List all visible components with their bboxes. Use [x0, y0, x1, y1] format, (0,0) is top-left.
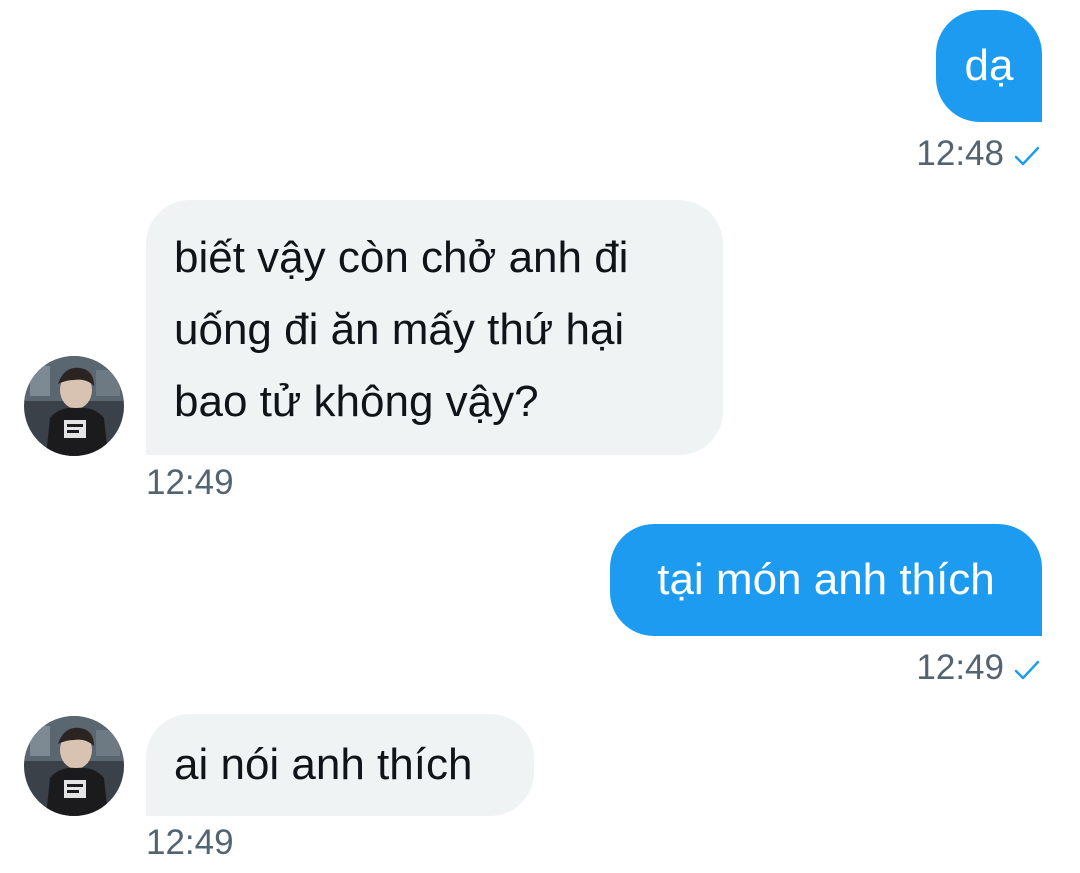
message-timestamp: 12:48 — [916, 134, 1004, 173]
message-timestamp: 12:49 — [916, 648, 1004, 687]
avatar-photo — [24, 716, 124, 816]
message-timestamp: 12:49 — [146, 463, 234, 502]
message-text: dạ — [964, 41, 1014, 90]
avatar-photo — [24, 356, 124, 456]
check-icon — [1014, 136, 1040, 176]
message-timestamp-row: 12:49 — [146, 463, 234, 503]
message-timestamp: 12:49 — [146, 823, 234, 862]
message-text-line: bao tử không vậy? — [174, 377, 539, 426]
message-timestamp-row: 12:49 — [916, 648, 1040, 690]
message-text-line: biết vậy còn chở anh đi — [174, 233, 629, 282]
message-text: ai nói anh thích — [174, 740, 473, 789]
message-thread: dạ 12:48 biết vậy còn chở anh đi uống đi… — [0, 0, 1080, 873]
sent-message-bubble[interactable]: tại món anh thích — [610, 524, 1042, 636]
check-icon — [1014, 650, 1040, 690]
received-message-bubble[interactable]: biết vậy còn chở anh đi uống đi ăn mấy t… — [146, 200, 723, 455]
message-text-line: uống đi ăn mấy thứ hại — [174, 305, 625, 354]
received-message-bubble[interactable]: ai nói anh thích — [146, 714, 534, 816]
avatar[interactable] — [24, 356, 124, 456]
message-text: tại món anh thích — [657, 555, 995, 604]
avatar[interactable] — [24, 716, 124, 816]
message-timestamp-row: 12:49 — [146, 823, 234, 863]
sent-message-bubble[interactable]: dạ — [936, 10, 1042, 122]
message-timestamp-row: 12:48 — [916, 134, 1040, 176]
